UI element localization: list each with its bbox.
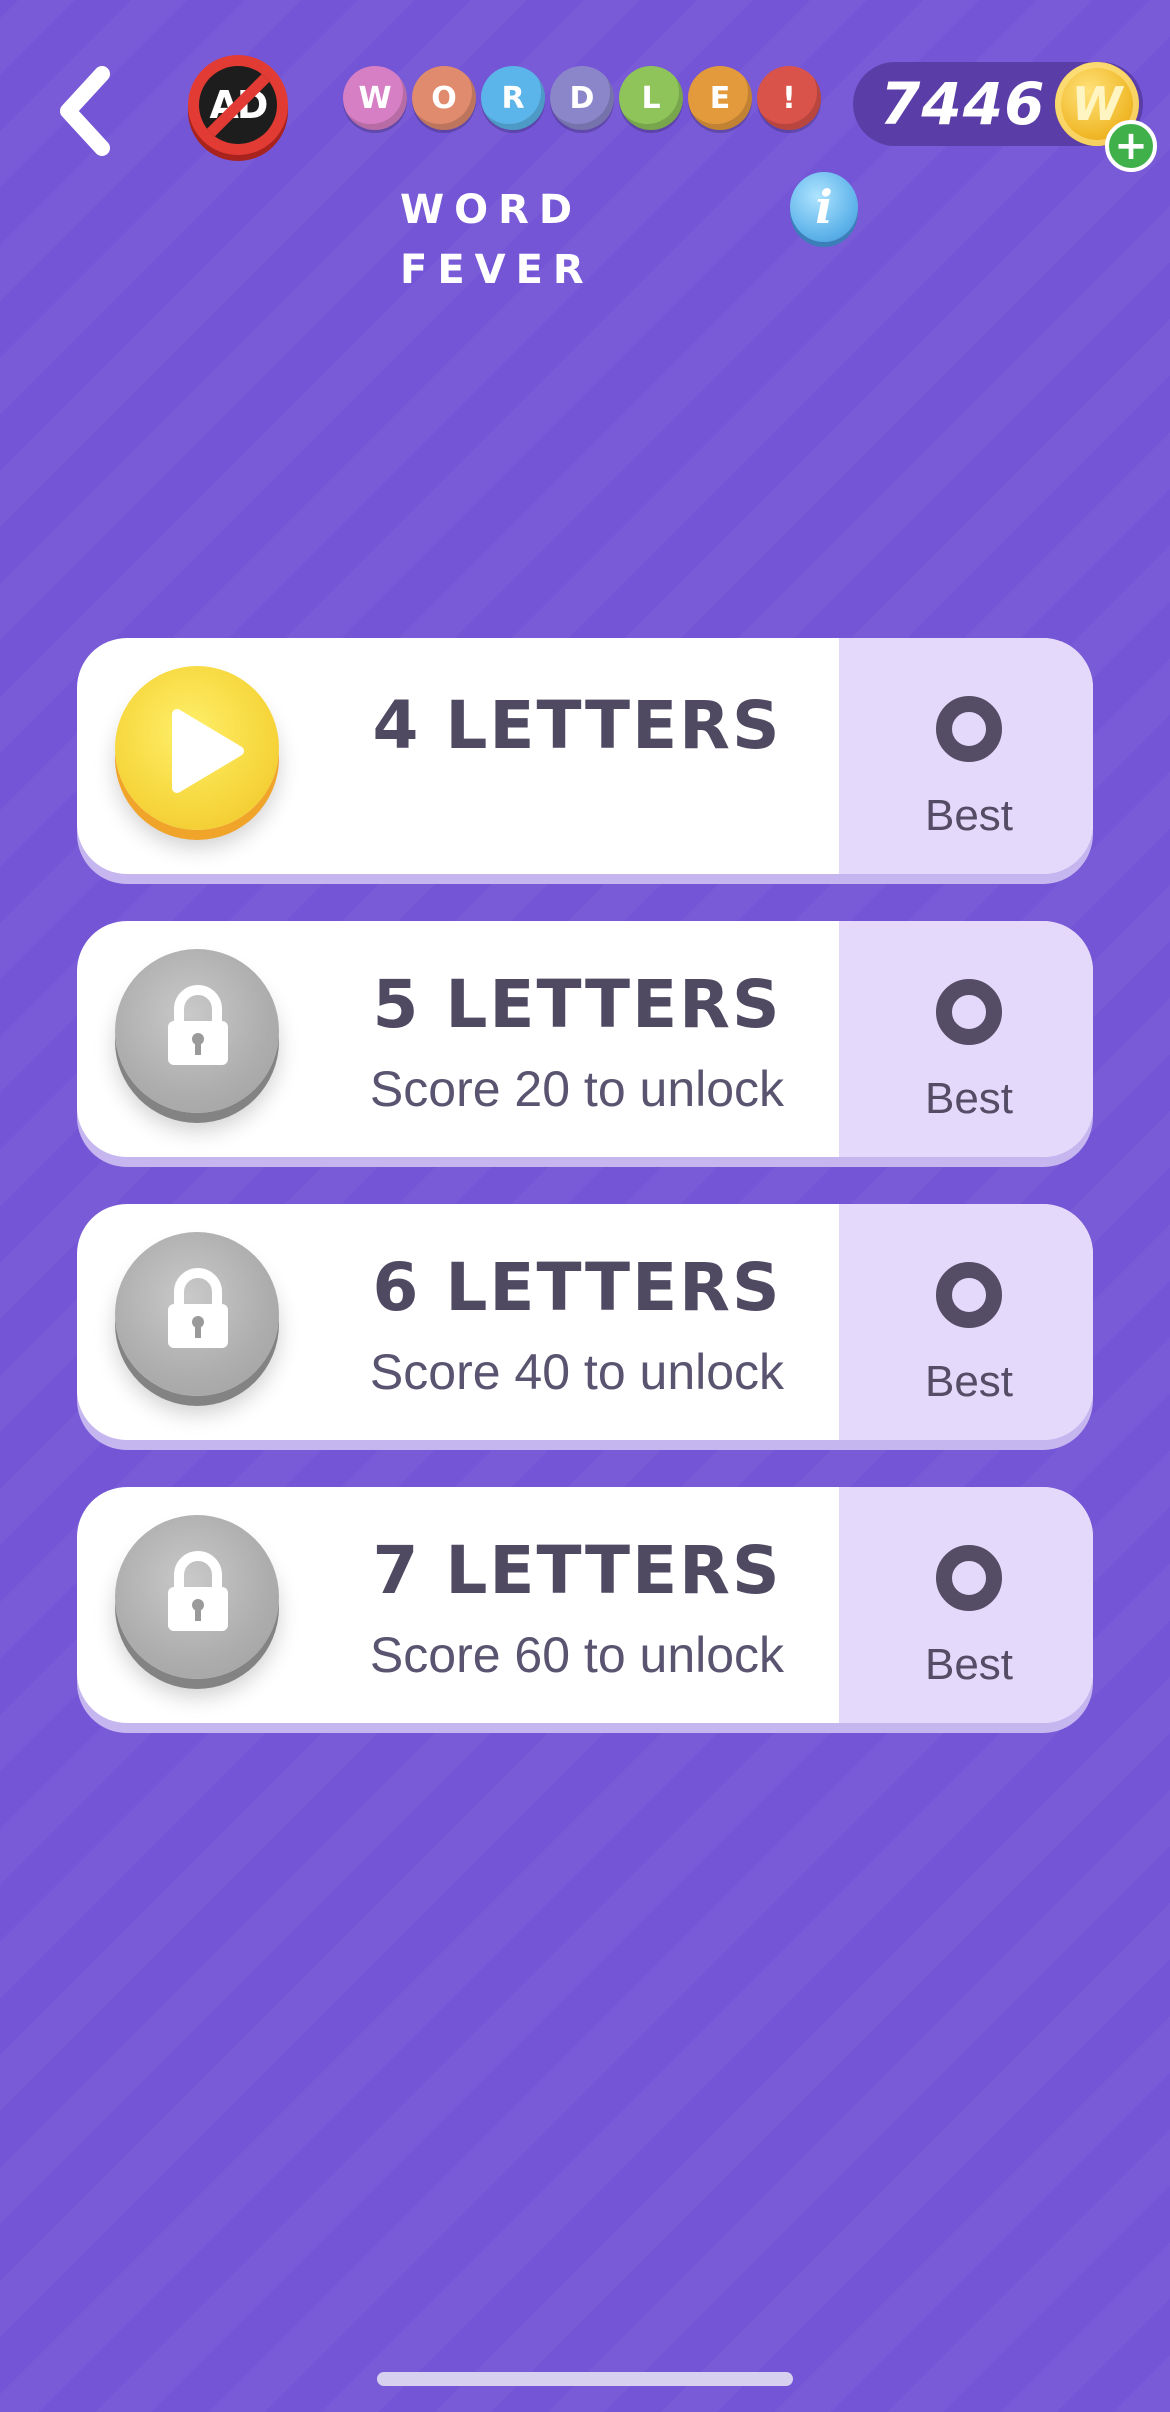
level-card-7-letters[interactable]: 7 LETTERS Score 60 to unlock 0 Best	[77, 1487, 1093, 1723]
info-button[interactable]: i	[790, 172, 858, 242]
logo-letter: D	[550, 66, 614, 130]
best-label: Best	[924, 791, 1014, 840]
best-score-value: 0	[936, 1545, 1002, 1611]
level-title: 7 LETTERS	[372, 1532, 782, 1609]
logo-letter: R	[481, 66, 545, 130]
no-ads-icon: AD	[199, 66, 277, 144]
play-button[interactable]	[115, 666, 279, 830]
level-card-4-letters[interactable]: 4 LETTERS 0 Best	[77, 638, 1093, 874]
best-score-value: 0	[936, 696, 1002, 762]
level-title: 5 LETTERS	[372, 966, 782, 1043]
logo-letter: W	[343, 66, 407, 130]
logo-letter: E	[688, 66, 752, 130]
best-score-value: 0	[936, 1262, 1002, 1328]
locked-button	[115, 1232, 279, 1396]
play-icon	[172, 709, 244, 793]
mode-title: WORD FEVER	[400, 187, 594, 293]
logo-letter: !	[757, 66, 821, 130]
level-card-6-letters[interactable]: 6 LETTERS Score 40 to unlock 0 Best	[77, 1204, 1093, 1440]
wordle-logo: W O R D L E!	[343, 66, 821, 136]
locked-button	[115, 949, 279, 1113]
coin-count: 7446	[880, 70, 1046, 138]
unlock-requirement: Score 40 to unlock	[369, 1344, 785, 1400]
home-indicator[interactable]	[377, 2372, 793, 2386]
remove-ads-button[interactable]: AD	[188, 55, 288, 155]
lock-icon	[168, 1268, 228, 1348]
best-label: Best	[924, 1357, 1014, 1406]
best-score-value: 0	[936, 979, 1002, 1045]
back-button[interactable]	[56, 66, 116, 156]
level-title: 6 LETTERS	[372, 1249, 782, 1326]
lock-icon	[168, 985, 228, 1065]
level-card-5-letters[interactable]: 5 LETTERS Score 20 to unlock 0 Best	[77, 921, 1093, 1157]
lock-icon	[168, 1551, 228, 1631]
info-icon: i	[815, 180, 833, 234]
logo-letter: L	[619, 66, 683, 130]
unlock-requirement: Score 60 to unlock	[369, 1627, 785, 1683]
best-label: Best	[924, 1640, 1014, 1689]
chevron-left-icon	[60, 66, 110, 156]
best-label: Best	[924, 1074, 1014, 1123]
level-title: 4 LETTERS	[372, 687, 782, 764]
logo-letter: O	[412, 66, 476, 130]
locked-button	[115, 1515, 279, 1679]
add-coins-button[interactable]: +	[1105, 120, 1157, 172]
unlock-requirement: Score 20 to unlock	[369, 1061, 785, 1117]
